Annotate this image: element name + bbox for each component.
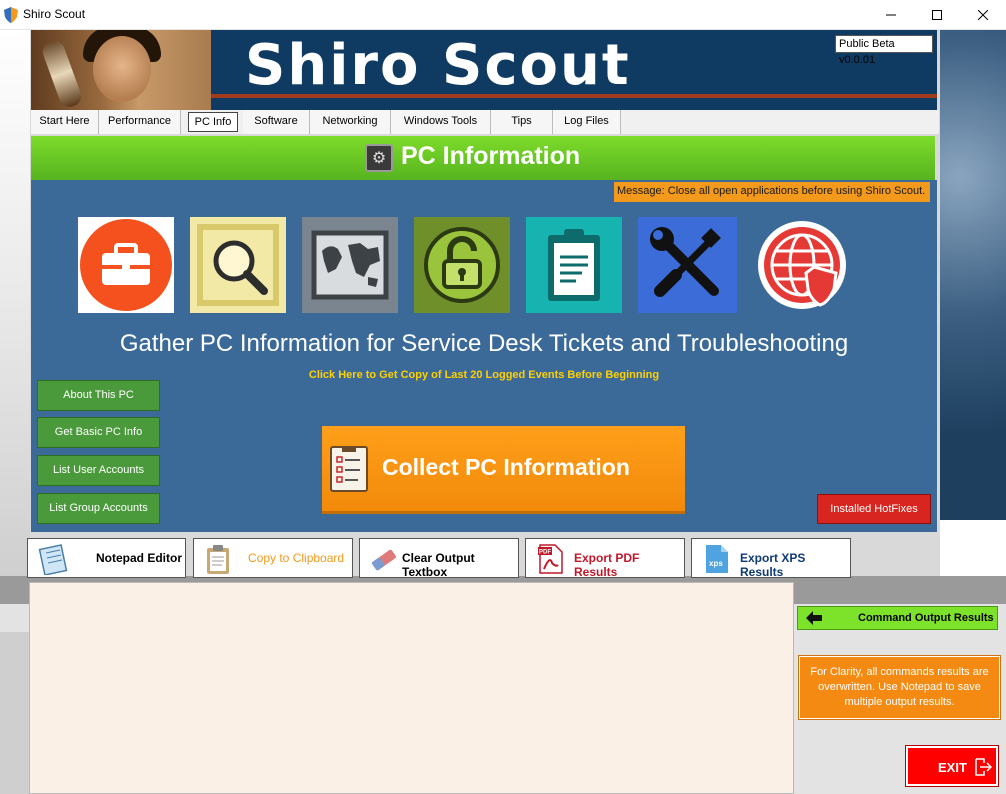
lower-left-background: [0, 632, 30, 794]
export-pdf-button[interactable]: PDF Export PDF Results: [525, 538, 685, 579]
eraser-icon: [372, 549, 396, 571]
close-button[interactable]: [960, 0, 1006, 30]
background-right-lower: [940, 520, 1006, 576]
maximize-button[interactable]: [914, 0, 960, 30]
page-subtitle: Gather PC Information for Service Desk T…: [119, 330, 849, 357]
app-shield-icon: [4, 7, 18, 23]
toolbox-icon: [80, 219, 172, 311]
export-pdf-label: Export PDF Results: [574, 551, 640, 579]
close-icon: [978, 10, 988, 20]
message-banner: Message: Close all open applications bef…: [614, 182, 930, 202]
tab-log-files[interactable]: Log Files: [553, 110, 621, 134]
window-title: Shiro Scout: [23, 7, 86, 21]
checklist-icon: [330, 446, 368, 492]
arrow-left-icon: [806, 611, 822, 625]
exit-door-icon: [975, 758, 992, 776]
pc-info-gear-icon: ⚙: [365, 144, 393, 172]
tools-tile[interactable]: [638, 217, 737, 313]
globe-shield-tile[interactable]: [754, 217, 850, 313]
toolbox-tile[interactable]: [78, 217, 174, 313]
exit-button[interactable]: EXIT: [905, 745, 999, 787]
clipboard-icon: [548, 229, 600, 301]
tab-networking[interactable]: Networking: [310, 110, 391, 134]
title-bar: Shiro Scout: [0, 0, 1006, 30]
get-basic-pc-info-button[interactable]: Get Basic PC Info: [37, 417, 160, 448]
xps-icon: xps: [706, 545, 728, 573]
notepad-editor-label: Notepad Editor: [96, 551, 182, 565]
background-right: [940, 30, 1006, 520]
clipboard-tile[interactable]: [526, 217, 622, 313]
tab-pc-info[interactable]: PC Info: [188, 112, 238, 132]
clear-output-button[interactable]: Clear Output Textbox: [359, 538, 519, 579]
pdf-icon: PDF: [538, 544, 563, 574]
tab-bar: Start Here Performance PC Info Software …: [31, 110, 939, 134]
background-left: [0, 30, 30, 576]
section-title: PC Information: [401, 142, 581, 170]
command-output-label: Command Output Results: [858, 612, 994, 624]
world-map-tile[interactable]: [302, 217, 398, 313]
feather-shape: [40, 38, 84, 110]
command-output-textbox[interactable]: [29, 582, 794, 794]
face-shape: [93, 36, 151, 102]
wrench-screwdriver-icon: [650, 227, 721, 297]
copy-to-clipboard-button[interactable]: Copy to Clipboard: [193, 538, 353, 578]
minimize-icon: [886, 14, 896, 16]
exit-label: EXIT: [938, 760, 967, 775]
notepad-editor-button[interactable]: Notepad Editor: [27, 538, 186, 578]
app-logo-text: Shiro Scout: [245, 33, 631, 98]
list-group-accounts-button[interactable]: List Group Accounts: [37, 493, 160, 524]
about-this-pc-button[interactable]: About This PC: [37, 380, 160, 411]
minimize-button[interactable]: [868, 0, 914, 30]
tab-performance[interactable]: Performance: [99, 110, 181, 134]
unlocked-padlock-icon: [424, 227, 500, 303]
globe-shield-icon: [758, 221, 846, 309]
mascot-portrait: [31, 30, 211, 110]
collect-button-label: Collect PC Information: [382, 454, 630, 480]
magnifier-tile[interactable]: [190, 217, 286, 313]
clarity-note: For Clarity, all commands results are ov…: [798, 655, 1001, 720]
export-xps-label: Export XPS Results: [740, 551, 806, 579]
version-badge: Public Beta v0.0.01: [835, 35, 933, 66]
magnifier-icon: [197, 224, 279, 306]
tab-start-here[interactable]: Start Here: [31, 110, 99, 134]
list-user-accounts-button[interactable]: List User Accounts: [37, 455, 160, 486]
command-output-results-button[interactable]: Command Output Results: [797, 606, 998, 630]
section-header: ⚙ PC Information: [31, 136, 935, 180]
installed-hotfixes-button[interactable]: Installed HotFixes: [817, 494, 931, 524]
tab-windows-tools[interactable]: Windows Tools: [391, 110, 491, 134]
clipboard-copy-icon: [207, 545, 229, 574]
header-banner: Shiro Scout: [31, 30, 937, 110]
tab-software[interactable]: Software: [243, 110, 310, 134]
world-map-icon: [311, 230, 389, 300]
export-xps-button[interactable]: xps Export XPS Results: [691, 538, 851, 579]
unlocked-padlock-tile[interactable]: [414, 217, 510, 313]
logged-events-link[interactable]: Click Here to Get Copy of Last 20 Logged…: [31, 369, 937, 381]
collect-pc-information-button[interactable]: Collect PC Information: [322, 426, 685, 514]
svg-text:PDF: PDF: [539, 550, 551, 556]
copy-to-clipboard-label: Copy to Clipboard: [248, 551, 345, 565]
tab-tips[interactable]: Tips: [491, 110, 553, 134]
svg-text:xps: xps: [709, 559, 723, 568]
maximize-icon: [932, 10, 942, 20]
clear-output-label: Clear Output Textbox: [402, 551, 475, 579]
notepad-icon: [38, 544, 68, 575]
